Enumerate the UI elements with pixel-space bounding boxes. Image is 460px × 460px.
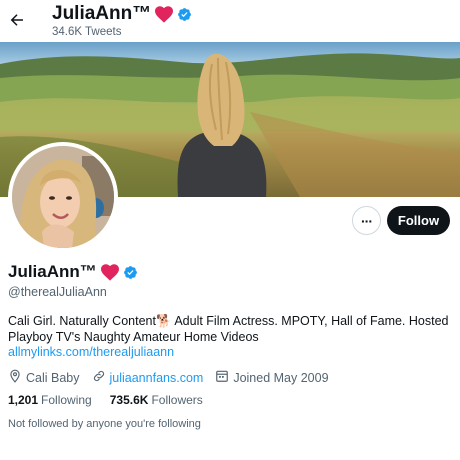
following-label: Following bbox=[41, 393, 92, 407]
dog-emoji: 🐕 bbox=[155, 314, 172, 328]
header-name-text: JuliaAnn™ bbox=[52, 3, 152, 24]
verified-badge-icon[interactable] bbox=[177, 7, 192, 22]
profile-bio: Cali Girl. Naturally Content🐕 Adult Film… bbox=[8, 313, 454, 345]
heart-icon bbox=[100, 263, 120, 281]
location-item: Cali Baby bbox=[8, 369, 80, 386]
profile-name-text: JuliaAnn™ bbox=[8, 262, 97, 281]
followers-link[interactable]: 735.6K Followers bbox=[110, 393, 203, 407]
profile-meta: Cali Baby juliaannfans.com Joined May 20… bbox=[8, 369, 341, 386]
location-icon bbox=[8, 369, 22, 386]
more-button[interactable]: ··· bbox=[352, 206, 381, 235]
link-icon bbox=[92, 369, 106, 386]
following-count: 1,201 bbox=[8, 393, 39, 407]
calendar-icon bbox=[215, 369, 229, 386]
header-display-name: JuliaAnn™ bbox=[52, 3, 192, 25]
more-icon: ··· bbox=[361, 212, 373, 229]
website-link[interactable]: juliaannfans.com bbox=[110, 371, 204, 385]
avatar[interactable] bbox=[8, 142, 118, 252]
bio-text-1: Cali Girl. Naturally Content bbox=[8, 314, 156, 328]
not-followed-text: Not followed by anyone you're following bbox=[8, 418, 201, 430]
joined-item: Joined May 2009 bbox=[215, 369, 329, 386]
profile-display-name: JuliaAnn™ bbox=[8, 262, 138, 282]
website-item: juliaannfans.com bbox=[92, 369, 204, 386]
tweet-count: 34.6K Tweets bbox=[52, 26, 122, 38]
bio-link[interactable]: allmylinks.com/therealjuliaann bbox=[8, 345, 174, 359]
joined-text: Joined May 2009 bbox=[233, 370, 329, 385]
top-bar: JuliaAnn™ 34.6K Tweets bbox=[0, 0, 460, 42]
location-text: Cali Baby bbox=[26, 370, 80, 385]
follow-button[interactable]: Follow bbox=[387, 206, 450, 235]
followers-count: 735.6K bbox=[109, 393, 149, 407]
back-arrow-icon[interactable] bbox=[6, 9, 28, 31]
profile-handle: @therealJuliaAnn bbox=[8, 285, 107, 299]
followers-label: Followers bbox=[151, 393, 203, 407]
following-link[interactable]: 1,201 Following bbox=[8, 393, 92, 407]
follow-stats: 1,201 Following 735.6K Followers bbox=[8, 393, 221, 407]
verified-badge-icon[interactable] bbox=[123, 265, 138, 280]
heart-icon bbox=[154, 5, 174, 23]
